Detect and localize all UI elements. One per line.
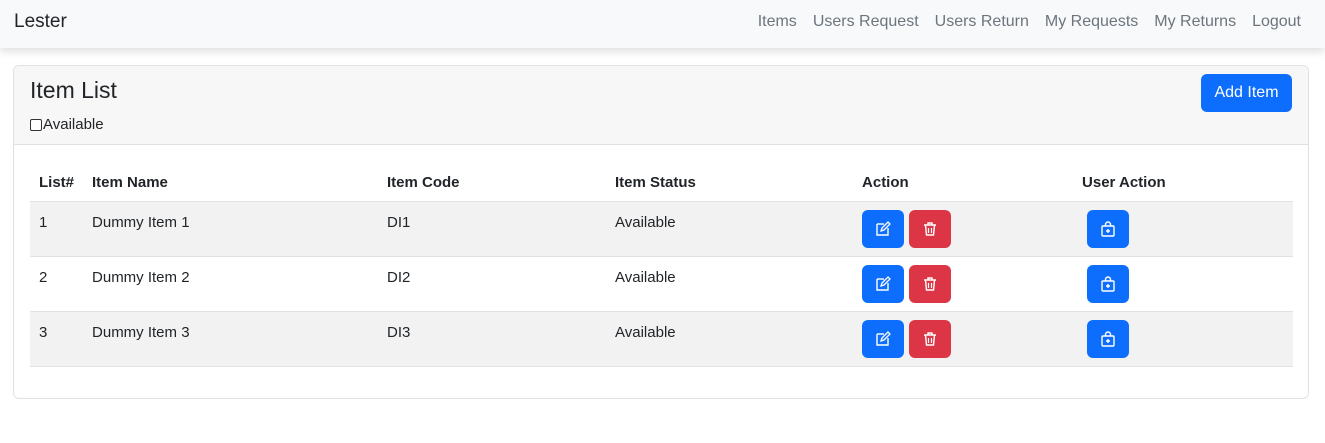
cell-item-status: Available (606, 201, 854, 257)
nav-link-users-request[interactable]: Users Request (805, 12, 927, 32)
column-header-action: Action (853, 165, 1074, 202)
nav-link-my-returns[interactable]: My Returns (1146, 12, 1244, 32)
cell-action (853, 311, 1074, 367)
available-filter-label: Available (43, 116, 104, 133)
cell-item-name: Dummy Item 3 (83, 311, 379, 367)
request-item-button[interactable] (1087, 264, 1130, 303)
nav-link-items[interactable]: Items (750, 12, 805, 32)
trash-icon (924, 221, 937, 236)
cell-item-status: Available (606, 311, 854, 367)
nav-link-users-return[interactable]: Users Return (927, 12, 1037, 32)
edit-button[interactable] (862, 209, 905, 248)
edit-icon (876, 220, 891, 236)
add-item-button[interactable]: Add Item (1201, 74, 1292, 112)
item-table: List# Item Name Item Code Item Status Ac… (30, 165, 1293, 367)
nav-links: Items Users Request Users Return My Requ… (750, 12, 1309, 32)
edit-button[interactable] (862, 264, 905, 303)
available-filter[interactable]: Available (30, 116, 104, 133)
bag-plus-icon (1101, 220, 1115, 237)
page-title: Item List (30, 77, 117, 103)
edit-icon (876, 330, 891, 346)
bag-plus-icon (1101, 275, 1115, 292)
column-header-user-action: User Action (1073, 165, 1293, 202)
table-header-row: List# Item Name Item Code Item Status Ac… (30, 165, 1293, 202)
cell-action (853, 256, 1074, 312)
cell-item-code: DI3 (378, 311, 607, 367)
available-checkbox[interactable] (30, 118, 42, 131)
request-item-button[interactable] (1087, 319, 1130, 358)
table-row: 1 Dummy Item 1 DI1 Available (30, 201, 1293, 257)
navbar: Lester Items Users Request Users Return … (0, 0, 1325, 48)
column-header-item-status: Item Status (606, 165, 854, 202)
trash-icon (924, 331, 937, 346)
cell-user-action (1073, 256, 1293, 312)
column-header-list: List# (30, 165, 84, 202)
item-list-card: Item List Available Add Item List# Item … (13, 65, 1309, 399)
card-header: Item List Available Add Item (14, 66, 1308, 145)
cell-item-code: DI1 (378, 201, 607, 257)
column-header-item-code: Item Code (378, 165, 607, 202)
edit-icon (876, 275, 891, 291)
cell-item-status: Available (606, 256, 854, 312)
column-header-item-name: Item Name (83, 165, 379, 202)
delete-button[interactable] (909, 209, 952, 248)
nav-link-logout[interactable]: Logout (1244, 12, 1309, 32)
cell-list: 3 (30, 311, 84, 367)
request-item-button[interactable] (1087, 209, 1130, 248)
cell-action (853, 201, 1074, 257)
trash-icon (924, 276, 937, 291)
cell-item-code: DI2 (378, 256, 607, 312)
cell-list: 1 (30, 201, 84, 257)
edit-button[interactable] (862, 319, 905, 358)
navbar-brand[interactable]: Lester (14, 11, 67, 33)
delete-button[interactable] (909, 319, 952, 358)
cell-user-action (1073, 201, 1293, 257)
cell-item-name: Dummy Item 2 (83, 256, 379, 312)
cell-list: 2 (30, 256, 84, 312)
cell-user-action (1073, 311, 1293, 367)
cell-item-name: Dummy Item 1 (83, 201, 379, 257)
delete-button[interactable] (909, 264, 952, 303)
bag-plus-icon (1101, 330, 1115, 347)
table-row: 2 Dummy Item 2 DI2 Available (30, 256, 1293, 312)
nav-link-my-requests[interactable]: My Requests (1037, 12, 1146, 32)
table-row: 3 Dummy Item 3 DI3 Available (30, 311, 1293, 367)
